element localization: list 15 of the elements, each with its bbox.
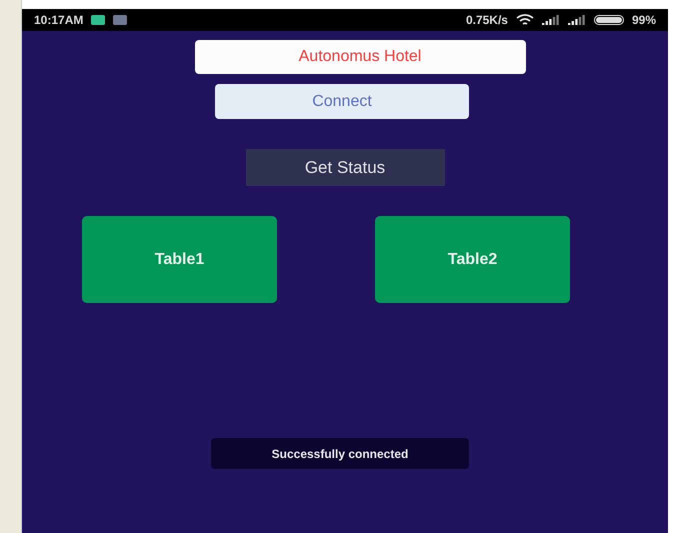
clock: 10:17AM: [34, 12, 84, 29]
connect-button[interactable]: Connect: [215, 84, 469, 119]
table-button[interactable]: Table1: [82, 216, 277, 303]
battery-icon: [594, 15, 624, 25]
table-button[interactable]: Table2: [375, 216, 570, 303]
wifi-icon: [516, 14, 534, 26]
get-status-button[interactable]: Get Status: [246, 149, 444, 186]
signal-icon: [568, 15, 586, 25]
notification-icon: [113, 15, 128, 25]
toast-message: Successfully connected: [211, 438, 469, 469]
network-speed: 0.75K/s: [466, 12, 508, 29]
title-label: Autonomus Hotel: [194, 40, 526, 74]
battery-level: 99%: [632, 12, 656, 29]
signal-icon: [542, 15, 560, 25]
notification-icon: [91, 15, 106, 25]
